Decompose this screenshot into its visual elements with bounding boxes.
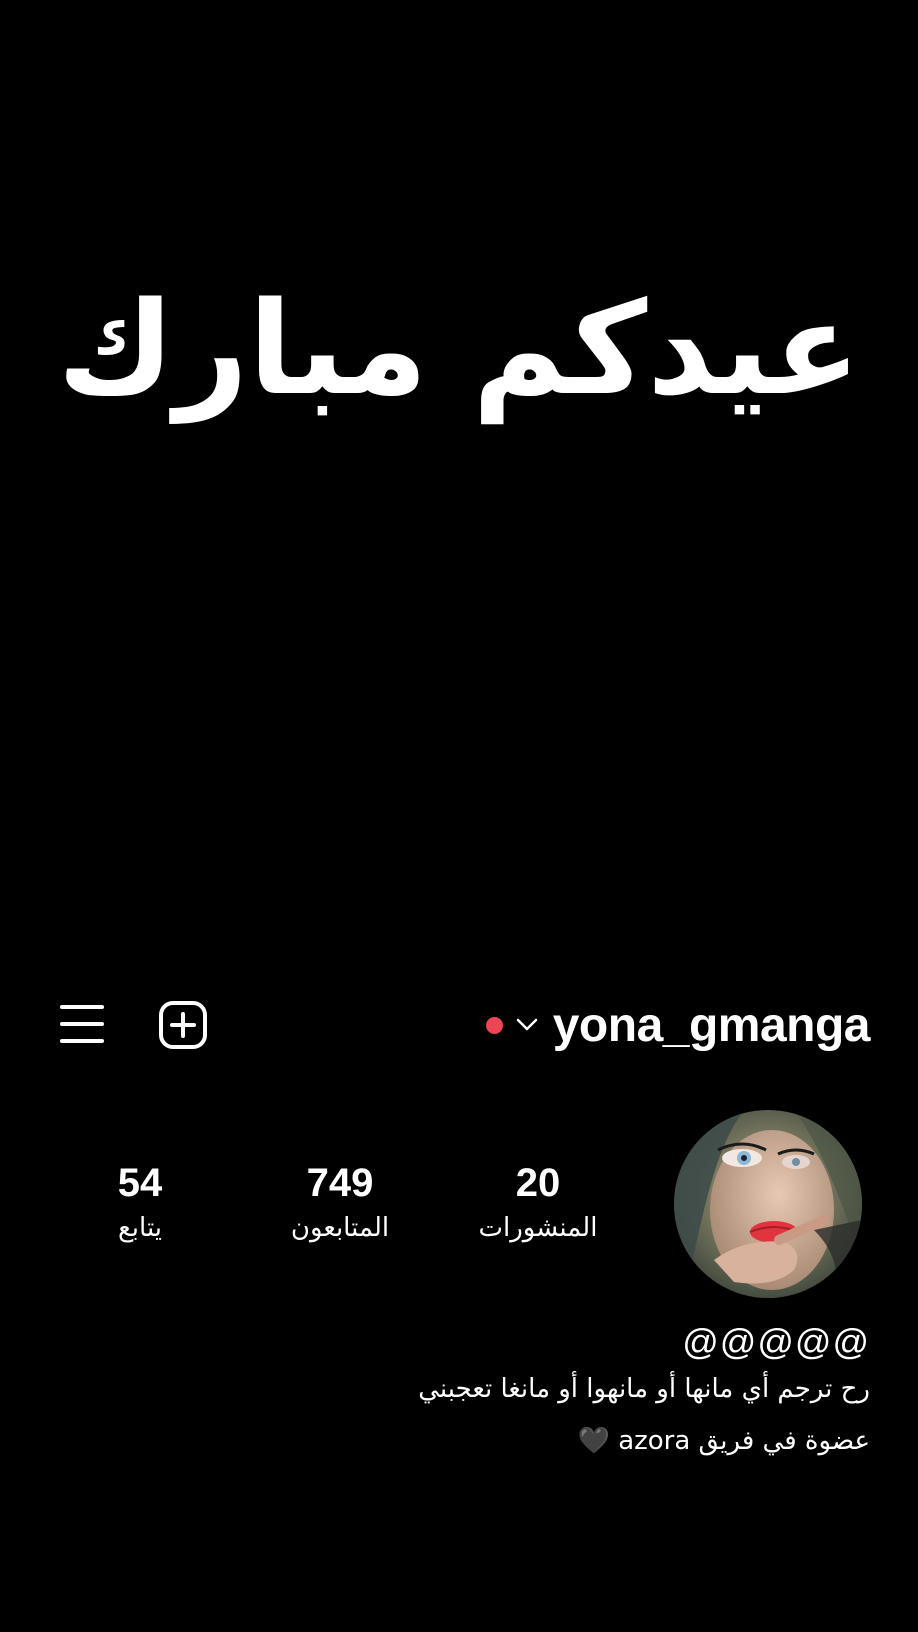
bio-display-name: @@@@@ (682, 1321, 870, 1362)
posts-label: المنشورات (478, 1213, 598, 1243)
stat-following[interactable]: 54 يتابع (50, 1158, 230, 1248)
username: yona_gmanga (552, 998, 871, 1052)
profile-stats-row: 20 المنشورات 749 المتابعون 54 يتابع (0, 1110, 918, 1300)
bio-line-1: رح ترجم أي مانها أو مانهوا أو مانغا تعجب… (418, 1374, 870, 1404)
greeting-calligraphy: عيدكم مبارك (57, 275, 861, 424)
profile-avatar[interactable] (674, 1110, 862, 1298)
profile-top-bar: yona_gmanga (0, 990, 918, 1060)
bio-line-2: عضوة في فريق azora 🖤 (577, 1426, 870, 1456)
chevron-down-icon (516, 1018, 537, 1031)
stat-posts[interactable]: 20 المنشورات (448, 1158, 628, 1248)
notification-dot (485, 1016, 503, 1034)
posts-count: 20 (515, 1161, 561, 1205)
stat-followers[interactable]: 749 المتابعون (250, 1158, 430, 1248)
hamburger-menu-icon[interactable] (58, 1002, 106, 1046)
followers-label: المتابعون (290, 1213, 390, 1243)
profile-bio: @@@@@ رح ترجم أي مانها أو مانهوا أو مانغ… (30, 1320, 870, 1466)
plus-square-icon[interactable] (158, 1000, 208, 1050)
followers-count: 749 (306, 1161, 374, 1205)
following-count: 54 (117, 1161, 163, 1205)
following-label: يتابع (117, 1213, 163, 1243)
account-switcher[interactable]: yona_gmanga (485, 990, 871, 1060)
